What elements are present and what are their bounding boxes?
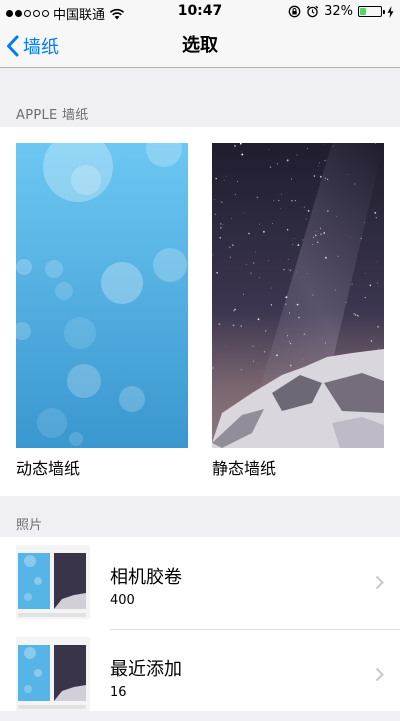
still-wallpaper-label: 静态墙纸 — [212, 459, 277, 478]
album-row-recently-added[interactable]: 最近添加 16 — [0, 629, 400, 721]
chevron-right-icon — [375, 575, 384, 590]
chevron-left-icon — [7, 35, 19, 57]
status-left: 中国联通 — [6, 4, 125, 23]
photos-section: 相机胶卷 400 最近添加 16 — [0, 537, 400, 711]
album-row-camera-roll[interactable]: 相机胶卷 400 — [0, 537, 400, 629]
apple-wallpaper-section: 动态墙纸 静态墙纸 — [0, 127, 400, 496]
still-wallpaper-thumbnail — [212, 143, 384, 448]
rotation-lock-icon — [288, 5, 301, 18]
back-button-label: 墙纸 — [23, 37, 59, 58]
album-name: 相机胶卷 — [110, 567, 182, 588]
status-right: 32% — [288, 4, 394, 19]
apple-wallpaper-section-header: APPLE 墙纸 — [16, 108, 89, 123]
photos-section-header: 照片 — [16, 518, 43, 533]
navigation-bar: 墙纸 选取 — [0, 24, 400, 68]
still-wallpaper-option[interactable]: 静态墙纸 — [212, 143, 384, 483]
signal-strength-icon — [6, 10, 49, 17]
wifi-icon — [109, 8, 125, 19]
status-bar: 中国联通 10:47 32% — [0, 0, 400, 24]
battery-percent: 32% — [324, 4, 353, 19]
carrier-name: 中国联通 — [53, 8, 106, 23]
back-button[interactable]: 墙纸 — [6, 24, 59, 68]
alarm-icon — [306, 5, 319, 18]
album-count: 16 — [110, 685, 127, 700]
album-thumbnail — [16, 545, 90, 619]
charging-bolt-icon — [387, 5, 394, 18]
dynamic-wallpaper-label: 动态墙纸 — [16, 459, 81, 478]
dynamic-wallpaper-thumbnail — [16, 143, 188, 448]
album-name: 最近添加 — [110, 659, 182, 680]
chevron-right-icon — [375, 667, 384, 682]
album-count: 400 — [110, 593, 135, 608]
dynamic-wallpaper-option[interactable]: 动态墙纸 — [16, 143, 188, 483]
battery-icon — [358, 6, 385, 17]
album-thumbnail — [16, 637, 90, 711]
battery-level-fill — [360, 8, 366, 15]
page-title: 选取 — [182, 35, 218, 56]
